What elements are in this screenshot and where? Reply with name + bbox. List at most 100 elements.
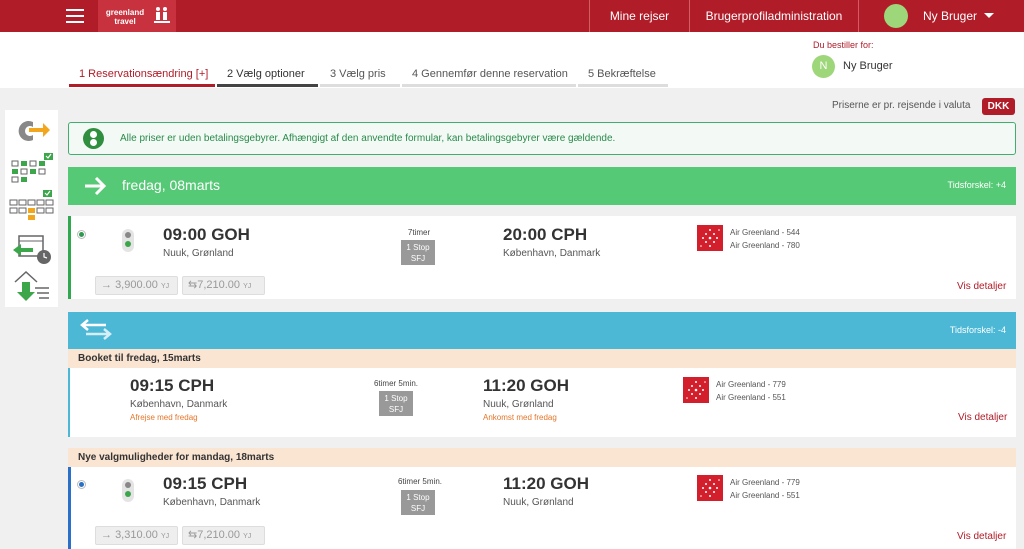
price-return-amount: 7,210.00	[197, 529, 241, 541]
return-radio[interactable]	[77, 480, 86, 489]
price-return[interactable]: ⇆7,210.00 YJ	[182, 276, 265, 295]
fare-class: YJ	[160, 283, 170, 290]
airline-flight-2: Air Greenland - 780	[730, 241, 800, 250]
info-message: Alle priser er uden betalingsgebyrer. Af…	[68, 122, 1016, 155]
stop-count: 1 Stop	[384, 394, 408, 403]
step-3-indicator	[320, 84, 400, 87]
swap-arrows-icon	[80, 319, 112, 340]
change-flight-icon[interactable]	[13, 118, 51, 144]
return-header: Tidsforskel: -4	[68, 312, 1016, 349]
booker-label: Du bestiller for:	[813, 40, 874, 50]
duration: 6timer 5min.	[397, 477, 442, 486]
new-options-label: Nye valgmuligheder for mandag, 18marts	[68, 448, 1016, 467]
departure-city: København, Danmark	[163, 497, 261, 508]
departure-time: 09:15 CPH	[163, 474, 248, 493]
user-menu[interactable]: Ny Bruger	[858, 0, 1024, 32]
airline-logo	[697, 225, 723, 251]
airline-flight-2: Air Greenland - 551	[716, 393, 786, 402]
step-1-indicator	[69, 84, 215, 87]
departure-note: Afrejse med fredag	[130, 413, 198, 422]
details-link[interactable]: Vis detaljer	[957, 281, 1006, 292]
departure-time: 09:00 GOH	[163, 225, 250, 244]
logo-figures-icon	[154, 7, 170, 23]
stop-airport: SFJ	[388, 405, 404, 414]
nav-brugerprofil[interactable]: Brugerprofiladministration	[689, 0, 858, 32]
outbound-date: fredag, 08marts	[122, 177, 221, 193]
logo-text: greenland travel	[105, 8, 145, 26]
price-oneway[interactable]: → 3,310.00 YJ	[95, 526, 178, 545]
arrival-city: Nuuk, Grønland	[483, 399, 554, 410]
airline-flight-1: Air Greenland - 779	[716, 380, 786, 389]
stop-badge: 1 Stop SFJ	[401, 490, 435, 515]
stop-count: 1 Stop	[406, 493, 430, 502]
stop-airport: SFJ	[410, 504, 426, 513]
stop-airport: SFJ	[410, 254, 426, 263]
download-list-icon[interactable]	[11, 270, 53, 302]
outbound-radio[interactable]	[77, 230, 86, 239]
roundtrip-icon: ⇆	[188, 279, 198, 291]
departure-time: 09:15 CPH	[130, 376, 215, 395]
arrow-right-icon: →	[101, 279, 116, 291]
airline-flight-1: Air Greenland - 779	[730, 478, 800, 487]
fare-class: YJ	[160, 533, 170, 540]
duration: 7timer	[407, 228, 431, 237]
step-2-indicator	[217, 84, 318, 87]
price-oneway[interactable]: → 3,900.00 YJ	[95, 276, 178, 295]
avatar[interactable]	[884, 4, 908, 28]
duration: 6timer 5min.	[373, 379, 418, 388]
user-name: Ny Bruger	[923, 9, 978, 23]
departure-city: København, Danmark	[130, 399, 228, 410]
booked-label: Booket til fredag, 15marts	[68, 349, 1016, 368]
new-flight-card[interactable]: 09:15 CPH København, Danmark 6timer 5min…	[68, 467, 1016, 549]
top-bar: greenland travel Mine rejser Brugerprofi…	[0, 0, 1024, 32]
fare-class: YJ	[243, 283, 252, 290]
availability-icon	[122, 229, 134, 252]
airline-logo	[683, 377, 709, 403]
calendar-change-icon[interactable]	[11, 232, 53, 266]
seat-selection-icon[interactable]	[8, 190, 54, 220]
outbound-header: fredag, 08marts Tidsforskel: +4	[68, 167, 1016, 205]
price-return[interactable]: ⇆7,210.00 YJ	[182, 526, 265, 545]
arrival-city: Nuuk, Grønland	[503, 497, 574, 508]
arrival-note: Ankomst med fredag	[483, 413, 557, 422]
roundtrip-icon: ⇆	[188, 529, 198, 541]
sidebar	[5, 110, 58, 307]
stop-badge: 1 Stop SFJ	[379, 391, 413, 416]
departure-city: Nuuk, Grønland	[163, 248, 234, 259]
nav-mine-rejser[interactable]: Mine rejser	[589, 0, 689, 32]
seat-map-icon[interactable]	[10, 153, 54, 183]
airline-flight-1: Air Greenland - 544	[730, 228, 800, 237]
airline-logo	[697, 475, 723, 501]
airline-flight-2: Air Greenland - 551	[730, 491, 800, 500]
outbound-time-diff: Tidsforskel: +4	[947, 180, 1006, 190]
traffic-light-icon	[83, 128, 104, 149]
menu-icon[interactable]	[66, 9, 84, 23]
fare-class: YJ	[243, 533, 252, 540]
logo[interactable]: greenland travel	[98, 0, 176, 32]
arrival-time: 11:20 GOH	[503, 474, 589, 493]
price-return-amount: 7,210.00	[197, 279, 241, 291]
arrow-right-icon: →	[101, 529, 116, 541]
booker-name: Ny Bruger	[843, 60, 893, 72]
arrow-right-icon	[85, 177, 106, 195]
price-oneway-amount: 3,900.00	[115, 279, 158, 291]
step-4-indicator	[402, 84, 576, 87]
chevron-down-icon[interactable]	[984, 13, 994, 18]
details-link[interactable]: Vis detaljer	[957, 531, 1006, 542]
price-oneway-amount: 3,310.00	[115, 529, 158, 541]
currency-badge[interactable]: DKK	[982, 98, 1015, 115]
currency-note: Priserne er pr. rejsende i valuta	[832, 100, 971, 111]
arrival-time: 11:20 GOH	[483, 376, 569, 395]
outbound-flight-card[interactable]: 09:00 GOH Nuuk, Grønland 7timer 1 Stop S…	[68, 216, 1016, 299]
arrival-time: 20:00 CPH	[503, 225, 588, 244]
availability-icon	[122, 479, 134, 502]
stop-count: 1 Stop	[406, 243, 430, 252]
stop-badge: 1 Stop SFJ	[401, 240, 435, 265]
booker-avatar: N	[812, 55, 835, 78]
info-text: Alle priser er uden betalingsgebyrer. Af…	[120, 133, 616, 144]
booked-flight-card: 09:15 CPH København, Danmark Afrejse med…	[68, 368, 1016, 437]
details-link[interactable]: Vis detaljer	[958, 412, 1007, 423]
arrival-city: København, Danmark	[503, 248, 601, 259]
step-5-indicator	[578, 84, 668, 87]
return-time-diff: Tidsforskel: -4	[949, 325, 1006, 335]
